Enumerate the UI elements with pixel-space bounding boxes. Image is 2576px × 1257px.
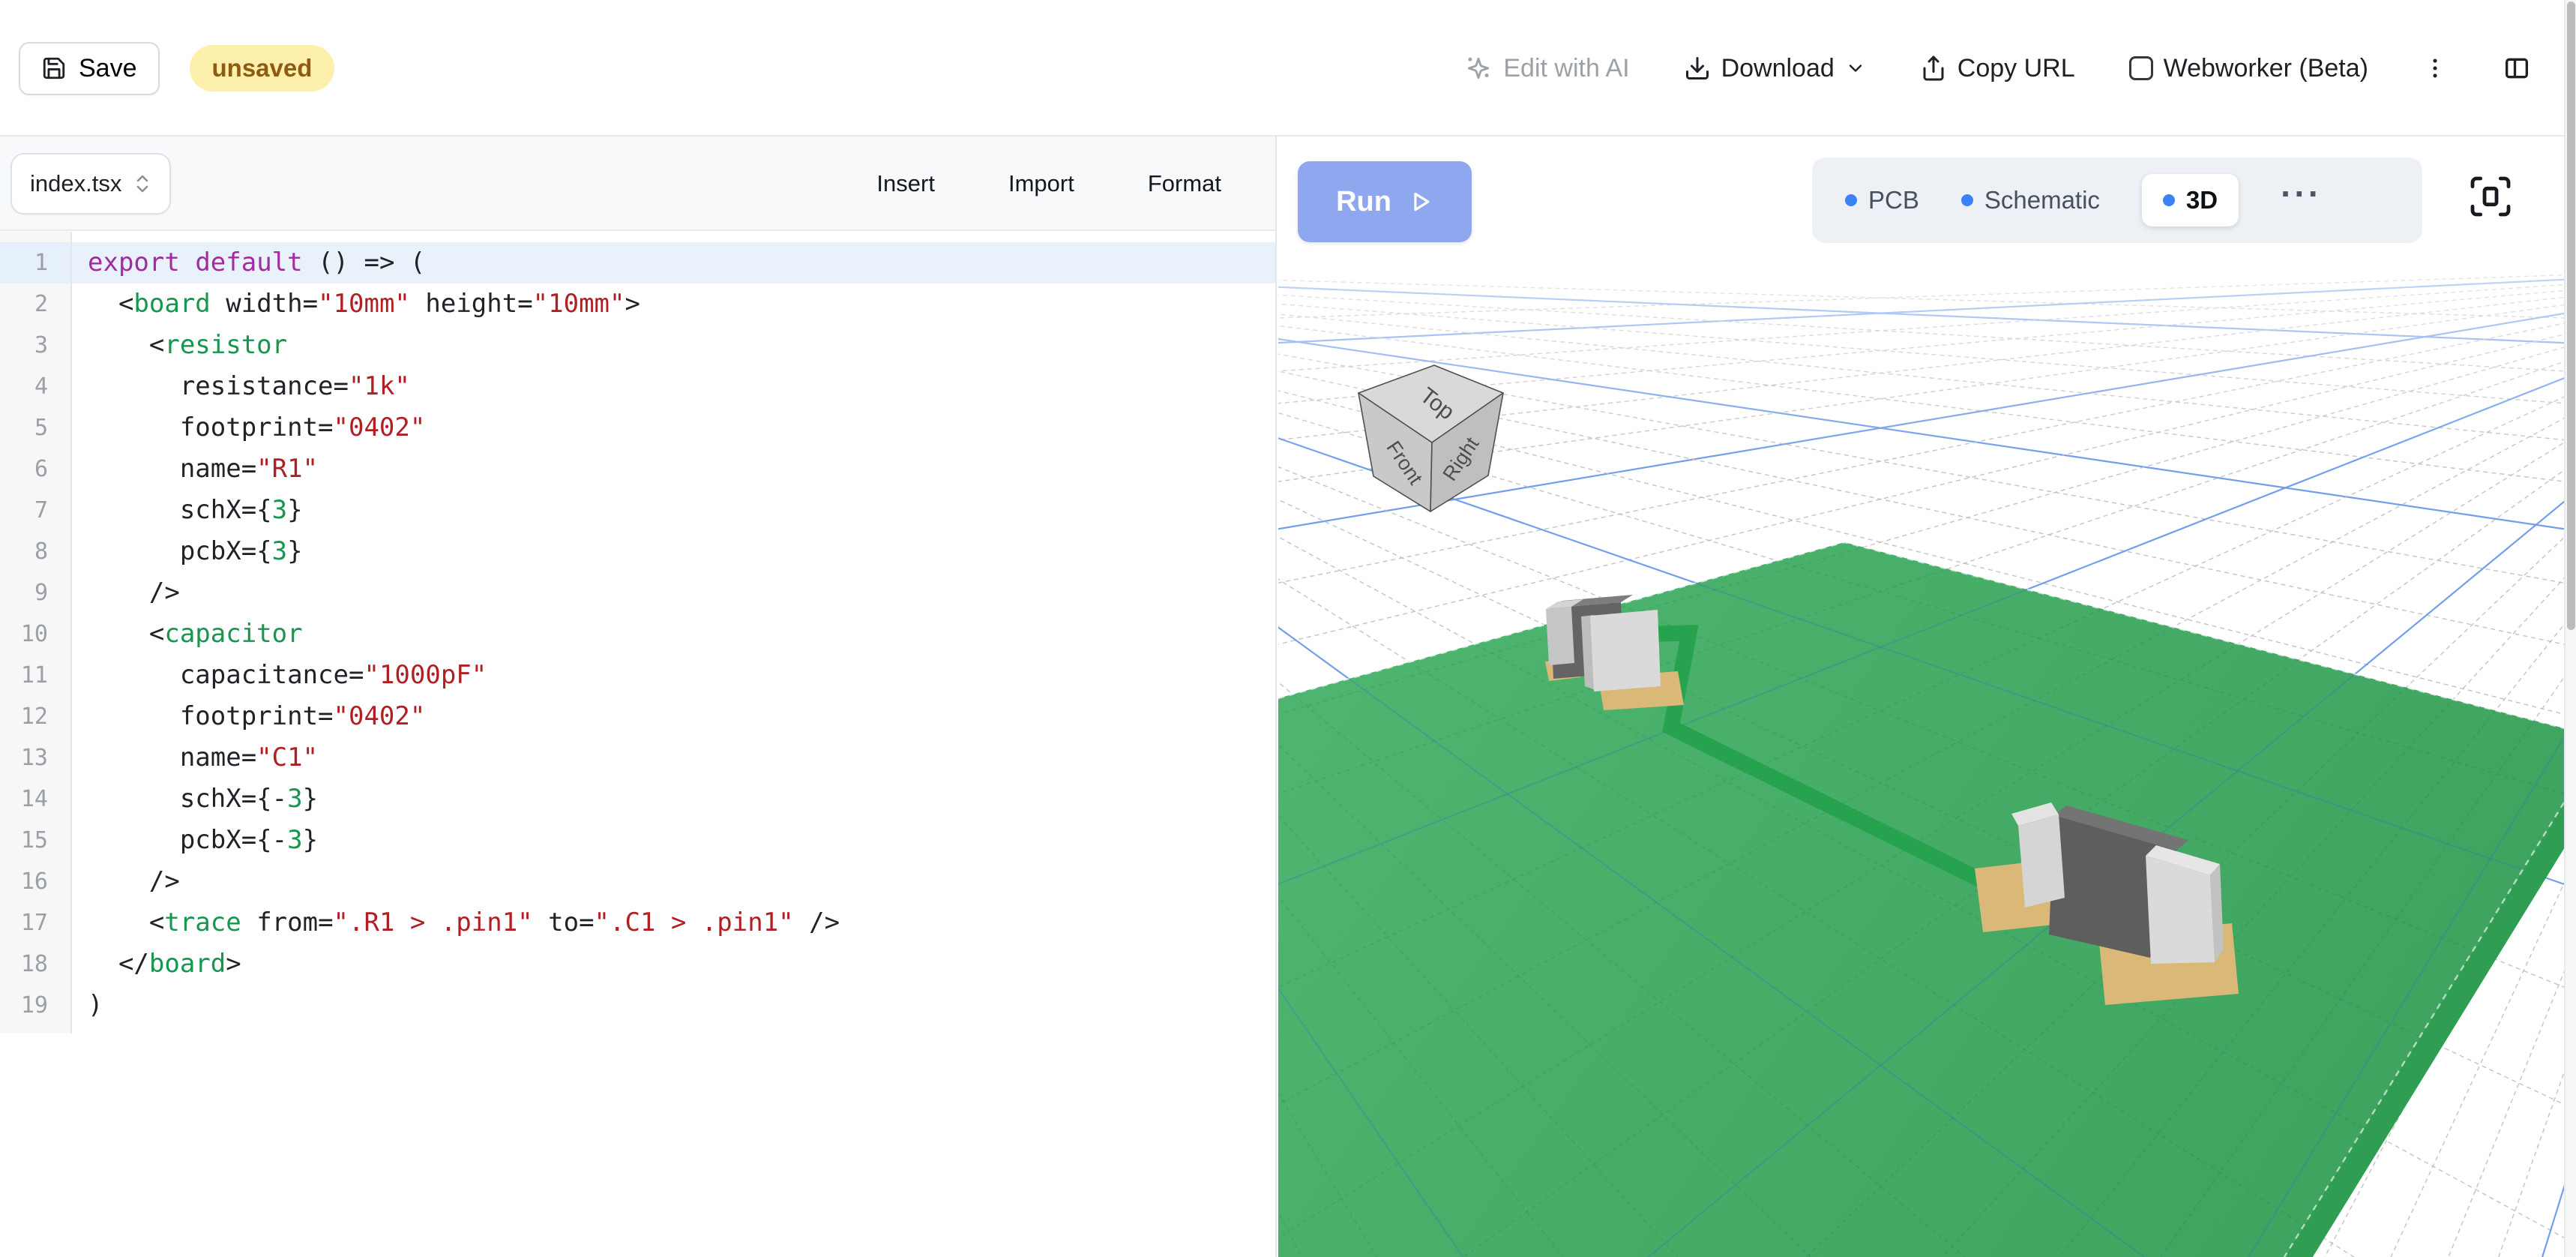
copy-url-label: Copy URL (1957, 54, 2075, 83)
code-line[interactable]: footprint="0402" (72, 696, 1275, 737)
line-number: 13 (0, 737, 70, 778)
pcb-status-dot (1845, 194, 1857, 206)
share-icon (1920, 55, 1947, 82)
kebab-menu-button[interactable] (2422, 56, 2448, 81)
panel-toggle-button[interactable] (2502, 53, 2532, 83)
save-button[interactable]: Save (19, 42, 160, 95)
code-line[interactable]: pcbX={3} (72, 531, 1275, 572)
tab-schematic-label: Schematic (1984, 186, 2100, 214)
viewer-3d-canvas[interactable]: Top Front Right (1278, 138, 2564, 1257)
play-icon (1408, 189, 1433, 214)
3d-status-dot (2163, 194, 2175, 206)
top-bar: Save unsaved Edit with AI Download Copy … (0, 0, 2576, 136)
code-line[interactable]: <resistor (72, 325, 1275, 366)
line-number: 17 (0, 902, 70, 944)
import-button[interactable]: Import (1008, 170, 1074, 197)
line-number: 5 (0, 407, 70, 448)
code-line[interactable]: ) (72, 985, 1275, 1026)
edit-with-ai-button[interactable]: Edit with AI (1464, 54, 1629, 83)
line-number: 11 (0, 655, 70, 696)
webworker-label: Webworker (Beta) (2164, 54, 2368, 83)
code-line[interactable]: capacitance="1000pF" (72, 655, 1275, 696)
code-line[interactable]: schX={3} (72, 490, 1275, 531)
page-scrollbar[interactable] (2564, 0, 2576, 1257)
code-line[interactable]: export default () => ( (72, 242, 1275, 284)
status-badge: unsaved (190, 45, 335, 92)
line-number: 18 (0, 944, 70, 985)
line-number: 3 (0, 325, 70, 366)
code-panel: index.tsx Insert Import Format 123456789… (0, 136, 1277, 1257)
line-number: 1 (0, 242, 70, 284)
code-editor[interactable]: 12345678910111213141516171819 export def… (0, 232, 1275, 1034)
panel-layout-icon (2502, 53, 2532, 83)
kebab-icon (2422, 56, 2448, 81)
chevrons-up-down-icon (133, 172, 151, 195)
code-content[interactable]: export default () => ( <board width="10m… (72, 232, 1275, 1034)
code-line[interactable]: <capacitor (72, 614, 1275, 655)
line-number: 4 (0, 366, 70, 407)
insert-button[interactable]: Insert (876, 170, 935, 197)
line-number: 15 (0, 820, 70, 861)
preview-panel: Top Front Right (1278, 138, 2564, 1257)
tab-pcb-label: PCB (1868, 186, 1919, 214)
webworker-toggle[interactable]: Webworker (Beta) (2129, 54, 2368, 83)
fullscreen-icon (2467, 172, 2515, 220)
line-number: 9 (0, 572, 70, 614)
run-label: Run (1336, 186, 1391, 218)
code-line[interactable]: footprint="0402" (72, 407, 1275, 448)
code-line[interactable]: name="R1" (72, 448, 1275, 490)
code-line[interactable]: <trace from=".R1 > .pin1" to=".C1 > .pin… (72, 902, 1275, 944)
code-line[interactable]: /> (72, 572, 1275, 614)
editor-header: index.tsx Insert Import Format (0, 136, 1275, 231)
download-label: Download (1721, 54, 1835, 83)
fullscreen-button[interactable] (2467, 172, 2515, 220)
code-line[interactable]: </board> (72, 944, 1275, 985)
line-number: 6 (0, 448, 70, 490)
line-number: 14 (0, 778, 70, 820)
code-line[interactable]: pcbX={-3} (72, 820, 1275, 861)
file-selector[interactable]: index.tsx (10, 153, 171, 214)
webworker-checkbox[interactable] (2129, 56, 2153, 80)
schematic-status-dot (1961, 194, 1973, 206)
save-row: Save unsaved (19, 0, 334, 136)
download-icon (1684, 55, 1711, 82)
top-bar-actions: Edit with AI Download Copy URL Webworker… (1464, 0, 2532, 136)
download-button[interactable]: Download (1684, 54, 1866, 83)
sparkles-icon (1464, 54, 1493, 82)
file-name: index.tsx (30, 170, 121, 197)
code-line[interactable]: /> (72, 861, 1275, 902)
line-number: 10 (0, 614, 70, 655)
save-label: Save (79, 54, 137, 83)
copy-url-button[interactable]: Copy URL (1920, 54, 2075, 83)
code-line[interactable]: resistance="1k" (72, 366, 1275, 407)
tab-pcb[interactable]: PCB (1845, 186, 1919, 214)
line-number: 12 (0, 696, 70, 737)
line-number: 16 (0, 861, 70, 902)
chevron-down-icon (1845, 58, 1866, 79)
code-line[interactable]: schX={-3} (72, 778, 1275, 820)
code-line[interactable]: name="C1" (72, 737, 1275, 778)
line-number-gutter: 12345678910111213141516171819 (0, 232, 72, 1034)
line-number: 8 (0, 531, 70, 572)
run-button[interactable]: Run (1298, 161, 1472, 242)
tab-3d-label: 3D (2186, 186, 2218, 214)
nav-cube[interactable]: Top Front Right (1358, 365, 1503, 512)
edit-with-ai-label: Edit with AI (1503, 54, 1629, 83)
view-tabs: PCB Schematic 3D ··· (1812, 158, 2422, 243)
line-number: 7 (0, 490, 70, 531)
save-icon (41, 56, 67, 81)
line-number: 19 (0, 985, 70, 1026)
line-number: 2 (0, 284, 70, 325)
editor-actions: Insert Import Format (876, 136, 1221, 231)
tabs-more-button[interactable]: ··· (2281, 194, 2322, 207)
format-button[interactable]: Format (1148, 170, 1221, 197)
code-line[interactable]: <board width="10mm" height="10mm"> (72, 284, 1275, 325)
scrollbar-thumb[interactable] (2567, 2, 2575, 630)
tab-schematic[interactable]: Schematic (1961, 186, 2100, 214)
tab-3d[interactable]: 3D (2142, 174, 2239, 226)
